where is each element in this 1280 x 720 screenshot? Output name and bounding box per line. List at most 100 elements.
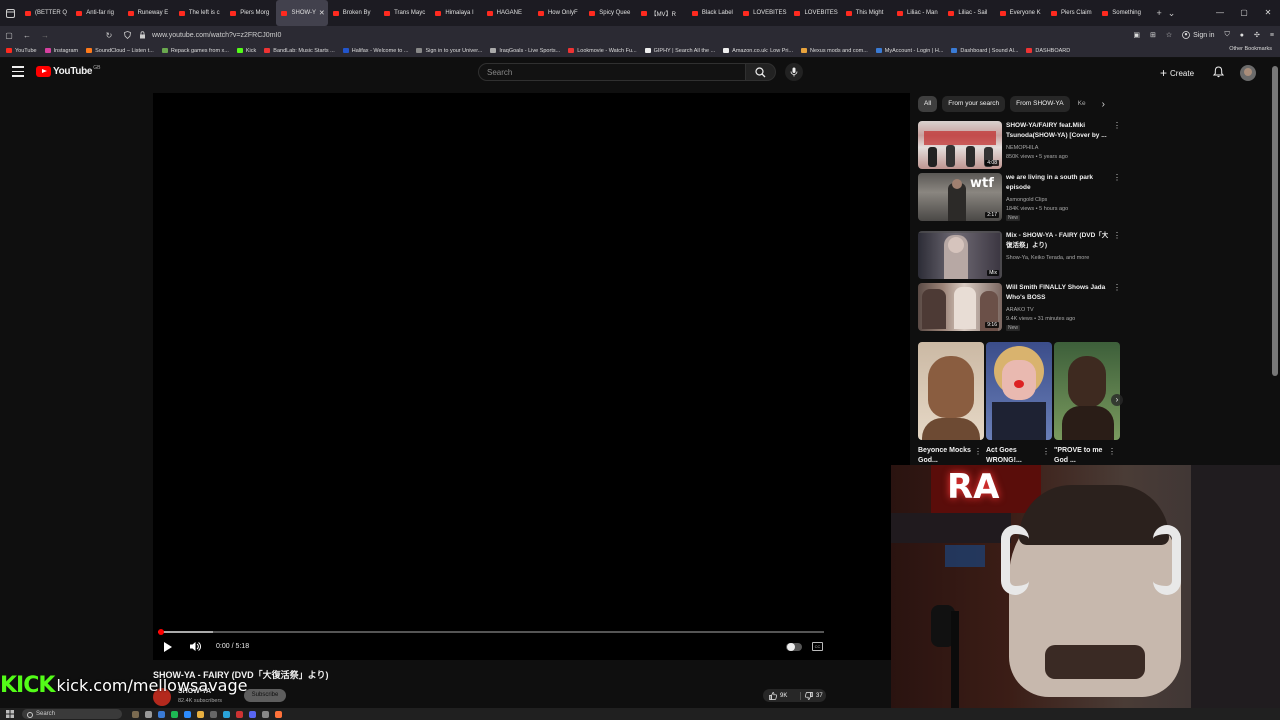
taskbar-app-icon[interactable] <box>249 710 256 718</box>
taskbar-app-icon[interactable] <box>223 710 230 718</box>
shorts-next-icon[interactable]: › <box>1111 394 1123 406</box>
browser-tab[interactable]: Anti-far rig <box>71 0 122 26</box>
browser-tab[interactable]: How OnlyF <box>533 0 584 26</box>
browser-tab[interactable]: Runeway E <box>123 0 174 26</box>
browser-tab[interactable]: Broken By <box>328 0 379 26</box>
bookmark-item[interactable]: Lookmovie - Watch Fu... <box>568 48 637 54</box>
short-title[interactable]: Beyonce Mocks God... <box>918 446 976 466</box>
taskbar-app-icon[interactable] <box>210 710 217 718</box>
bookmark-item[interactable]: Sign in to your Univer... <box>416 48 482 54</box>
recommendation-title[interactable]: Mix - SHOW-YA - FAIRY (DVD「大復活祭」より) <box>1006 231 1110 250</box>
bookmark-item[interactable]: Nexus mods and com... <box>801 48 868 54</box>
video-thumbnail[interactable]: 4:08 <box>918 121 1002 169</box>
taskbar-app-icon[interactable] <box>236 710 243 718</box>
menu-icon[interactable]: ≡ <box>1270 32 1274 39</box>
taskbar-app-icon[interactable] <box>184 710 191 718</box>
recommendation-title[interactable]: SHOW-YA/FAIRY feat.Miki Tsunoda(SHOW-YA)… <box>1006 121 1110 140</box>
bookmark-item[interactable]: Halifax - Welcome to ... <box>342 48 408 54</box>
video-thumbnail[interactable]: wtf 2:17 <box>918 173 1002 221</box>
taskbar-app-icon[interactable] <box>262 710 269 718</box>
maximize-button[interactable]: ▢ <box>1232 0 1256 26</box>
browser-tab[interactable]: Liliac - Sail <box>943 0 994 26</box>
youtube-logo[interactable]: YouTube GB <box>36 65 100 77</box>
taskbar-app-icon[interactable] <box>158 710 165 718</box>
close-window-button[interactable]: ✕ <box>1256 0 1280 26</box>
notifications-button[interactable] <box>1212 65 1225 83</box>
video-player[interactable]: 0:00 / 5:18 CC <box>153 93 910 660</box>
more-actions-icon[interactable]: ⋮ <box>1113 174 1121 182</box>
extension-icon[interactable]: ● <box>1240 32 1244 39</box>
bookmark-item[interactable]: GIPHY | Search All the ... <box>644 48 715 54</box>
browser-tab[interactable]: LOVEBITES <box>738 0 789 26</box>
dislike-button[interactable]: 37 <box>801 691 823 700</box>
search-input[interactable] <box>478 63 746 81</box>
short-thumbnail[interactable] <box>1054 342 1120 440</box>
recommendation-item[interactable]: Mix Mix - SHOW-YA - FAIRY (DVD「大復活祭」より) … <box>918 231 1121 281</box>
browser-tab[interactable]: Something <box>1097 0 1148 26</box>
recommendation-title[interactable]: we are living in a south park episode <box>1006 173 1110 192</box>
scrubber-handle[interactable] <box>158 629 164 635</box>
chip-from-your-search[interactable]: From your search <box>942 96 1006 112</box>
lock-icon[interactable] <box>139 31 146 39</box>
close-tab-icon[interactable]: ✕ <box>319 9 325 17</box>
subtitles-cc-icon[interactable]: CC <box>812 642 823 651</box>
site-info-shield-icon[interactable] <box>124 31 131 39</box>
short-title[interactable]: Act Goes WRONG!... <box>986 446 1044 466</box>
bookmark-item[interactable]: Instagram <box>44 48 78 54</box>
bookmark-item[interactable]: MyAccount - Login | H... <box>875 48 943 54</box>
windows-start-icon[interactable] <box>6 710 14 718</box>
bookmark-item[interactable]: DASHBOARD <box>1026 48 1070 54</box>
tab-list-dropdown-icon[interactable]: ⌄ <box>1168 8 1176 19</box>
browser-tab[interactable]: Black Label <box>687 0 738 26</box>
browser-tab[interactable]: The left is c <box>174 0 225 26</box>
taskbar-app-icon[interactable] <box>132 710 139 718</box>
more-actions-icon[interactable]: ⋮ <box>1113 122 1121 130</box>
extensions-puzzle-icon[interactable]: ✣ <box>1254 31 1260 39</box>
new-tab-button[interactable]: + <box>1157 8 1162 18</box>
chip-all[interactable]: All <box>918 96 938 112</box>
other-bookmarks-folder[interactable]: Other Bookmarks <box>1229 46 1272 52</box>
chip-partial[interactable]: Ke <box>1075 96 1093 112</box>
browser-tab[interactable]: Piers Claim <box>1046 0 1097 26</box>
more-actions-icon[interactable]: ⋮ <box>974 447 982 456</box>
bookmark-item[interactable]: Kick <box>236 48 256 54</box>
more-actions-icon[interactable]: ⋮ <box>1113 284 1121 292</box>
guide-menu-icon[interactable] <box>12 66 24 77</box>
scrollbar-thumb[interactable] <box>1272 66 1278 376</box>
short-thumbnail[interactable] <box>918 342 984 440</box>
sidebar-toggle-icon[interactable]: ▢ <box>0 31 18 40</box>
progress-bar[interactable] <box>158 629 824 635</box>
screenshot-icon[interactable]: ⊞ <box>1150 31 1156 39</box>
chevron-right-icon[interactable]: › <box>1102 99 1105 110</box>
user-avatar[interactable] <box>1240 65 1256 81</box>
recommendation-item[interactable]: 4:08 SHOW-YA/FAIRY feat.Miki Tsunoda(SHO… <box>918 121 1121 171</box>
bookmark-star-icon[interactable]: ☆ <box>1166 31 1172 39</box>
more-actions-icon[interactable]: ⋮ <box>1113 232 1121 240</box>
short-title[interactable]: "PROVE to me God ... <box>1054 446 1112 466</box>
save-to-pocket-icon[interactable]: ⛉ <box>1225 31 1230 39</box>
forward-button[interactable]: → <box>36 31 54 40</box>
taskbar-app-icon-active[interactable] <box>275 710 282 718</box>
mix-thumbnail[interactable]: Mix <box>918 231 1002 279</box>
short-thumbnail[interactable] <box>986 342 1052 440</box>
account-button[interactable]: Sign in <box>1182 31 1215 39</box>
like-button[interactable]: 9K <box>763 691 801 700</box>
taskbar-app-icon[interactable] <box>171 710 178 718</box>
subscribe-button[interactable]: Subscribe <box>244 689 286 702</box>
browser-tab[interactable]: HAGANE <box>482 0 533 26</box>
browser-tab[interactable]: SHOW-Y ✕ <box>276 0 328 26</box>
reload-button[interactable]: ↻ <box>100 31 118 40</box>
more-actions-icon[interactable]: ⋮ <box>1108 447 1116 456</box>
browser-tab[interactable]: LOVEBITES <box>789 0 840 26</box>
video-thumbnail[interactable]: 9:16 <box>918 283 1002 331</box>
bookmark-item[interactable]: Repack games from x... <box>161 48 229 54</box>
browser-tab[interactable]: This Might <box>841 0 892 26</box>
bookmark-item[interactable]: YouTube <box>6 48 37 54</box>
create-button[interactable]: + Create <box>1160 66 1194 80</box>
browser-tab[interactable]: Spicy Quee <box>584 0 635 26</box>
voice-search-button[interactable] <box>785 63 803 81</box>
browser-tab[interactable]: 【MV】R <box>636 0 687 26</box>
picture-in-picture-icon[interactable]: ▣ <box>1133 31 1140 39</box>
autoplay-toggle[interactable] <box>786 643 802 651</box>
play-icon[interactable] <box>164 642 172 652</box>
